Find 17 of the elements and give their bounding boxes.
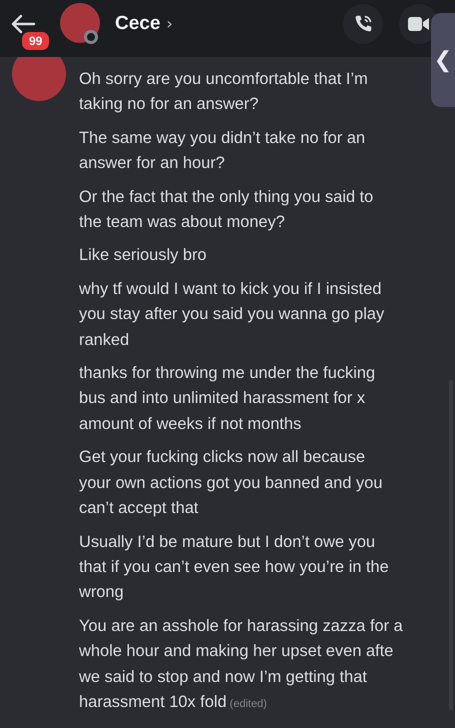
message-text: The same way you didn’t take no for an answer for an hour? bbox=[79, 128, 366, 174]
video-camera-icon bbox=[408, 16, 430, 32]
chevron-icon[interactable]: › bbox=[166, 14, 173, 33]
message-text: Like seriously bro bbox=[79, 245, 208, 266]
drawer-handle[interactable]: ❮ bbox=[431, 13, 455, 107]
unread-badge: 99 bbox=[20, 30, 52, 52]
message-text: Usually I’d be mature but I don’t owe you that if you can’t even see how you’re in the wrong bbox=[79, 532, 390, 604]
contact-name[interactable]: Cece bbox=[115, 12, 160, 34]
avatar[interactable] bbox=[60, 2, 100, 42]
call-button[interactable] bbox=[343, 4, 383, 44]
back-arrow-icon[interactable] bbox=[10, 14, 36, 34]
message-text: thanks for throwing me under the fucking bus and into unlimited harassment for x amount of weeks if not months bbox=[79, 363, 376, 435]
message-text: Oh sorry are you uncomfortable that I’m taking no for an answer? bbox=[79, 69, 369, 116]
message-text: Or the fact that the only thing you said to the team was about money? bbox=[79, 186, 374, 234]
message-text: Get your fucking clicks now all because your own actions got you banned and you can’t accept that bbox=[79, 447, 384, 520]
message-text: You are an asshole for harassing zazza for a whole hour and making her upset even afte we said to stop and now I’m getting that harassment 10x fold (edited) bbox=[79, 616, 403, 713]
message-text: why tf would I want to kick you if I insisted you stay after you said you wanna go play ranked bbox=[79, 278, 386, 351]
